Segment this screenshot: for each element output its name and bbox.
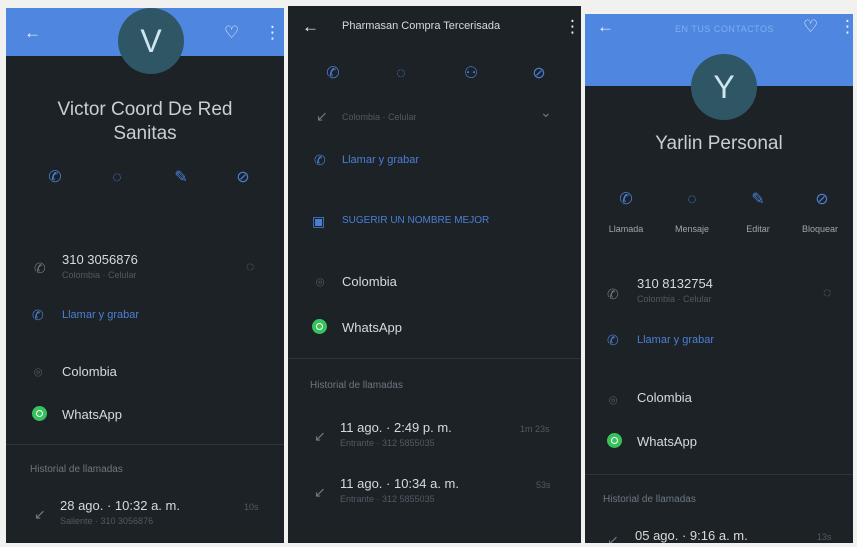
location-icon: ⌾: [609, 392, 618, 408]
phone-icon: ↙: [316, 108, 328, 124]
avatar: V: [118, 8, 184, 74]
more-vert-icon[interactable]: ⋮: [564, 18, 581, 35]
country: Colombia: [637, 390, 692, 405]
contact-panel-yarlin: ← EN TUS CONTACTOS ♡ ⋮ Y Yarlin Personal…: [585, 14, 853, 543]
history-duration: 53s: [536, 480, 551, 490]
history-date: 28 ago. · 10:32 a. m.: [60, 498, 180, 513]
block-icon[interactable]: ⊘: [230, 170, 256, 186]
call-record-icon: ✆: [314, 152, 326, 168]
message-icon[interactable]: ◌: [246, 258, 254, 274]
divider: [585, 474, 853, 475]
call-record-link[interactable]: Llamar y grabar: [637, 334, 714, 346]
action-label-edit: Editar: [746, 224, 770, 234]
whatsapp-link[interactable]: WhatsApp: [637, 434, 697, 449]
message-icon[interactable]: ◌: [104, 170, 130, 186]
country: Colombia: [62, 364, 117, 379]
history-date: 11 ago. · 10:34 a. m.: [340, 476, 459, 491]
incoming-call-icon: ↙: [34, 506, 46, 522]
call-record-icon: ✆: [32, 307, 44, 323]
phone-subtitle: Colombia · Celular: [637, 294, 712, 304]
block-icon[interactable]: ⊘: [809, 192, 835, 208]
back-arrow-icon[interactable]: ←: [302, 18, 319, 35]
contact-name-line1: Victor Coord De Red: [57, 99, 233, 120]
call-record-link[interactable]: Llamar y grabar: [342, 154, 419, 166]
chevron-down-icon[interactable]: ⌄: [540, 104, 552, 121]
location-subtitle: Colombia · Celular: [342, 112, 417, 122]
call-icon[interactable]: ✆: [320, 66, 346, 82]
whatsapp-icon: [312, 319, 327, 334]
location-icon: ⌾: [34, 364, 43, 380]
history-title: Historial de llamadas: [603, 494, 696, 505]
contact-panel-victor: ← ♡ ⋮ V Victor Coord De Red Sanitas ✆ ◌ …: [6, 8, 284, 543]
history-sub: Entrante · 312 5855035: [340, 494, 435, 504]
message-icon[interactable]: ◌: [388, 66, 414, 82]
history-title: Historial de llamadas: [310, 380, 403, 391]
history-date: 11 ago. · 2:49 p. m.: [340, 420, 452, 435]
action-label-block: Bloquear: [801, 224, 839, 234]
call-record-icon: ✆: [607, 332, 619, 348]
whatsapp-link[interactable]: WhatsApp: [342, 320, 402, 335]
more-vert-icon[interactable]: ⋮: [264, 24, 281, 41]
whatsapp-icon: [607, 433, 622, 448]
call-icon[interactable]: ✆: [613, 192, 639, 208]
whatsapp-icon: [32, 406, 47, 421]
avatar: Y: [691, 54, 757, 120]
call-record-link[interactable]: Llamar y grabar: [62, 309, 139, 321]
phone-icon: ✆: [34, 260, 46, 276]
edit-icon[interactable]: ✎: [745, 192, 771, 208]
action-label-message: Mensaje: [674, 224, 710, 234]
incoming-call-icon: ↙: [607, 532, 619, 543]
history-duration: 10s: [244, 502, 259, 512]
divider: [288, 358, 581, 359]
back-arrow-icon[interactable]: ←: [597, 18, 614, 35]
more-vert-icon[interactable]: ⋮: [839, 18, 853, 35]
contact-name-line2: Sanitas: [113, 123, 177, 144]
history-title: Historial de llamadas: [30, 464, 123, 475]
incoming-call-icon: ↙: [314, 428, 326, 444]
suggest-name-link[interactable]: SUGERIR UN NOMBRE MEJOR: [342, 215, 489, 226]
phone-number[interactable]: 310 8132754: [637, 276, 713, 291]
country: Colombia: [342, 274, 397, 289]
contact-name: Yarlin Personal: [655, 133, 783, 154]
heart-icon[interactable]: ♡: [803, 18, 818, 35]
page-title: Pharmasan Compra Tercerisada: [342, 20, 501, 32]
phone-number[interactable]: 310 3056876: [62, 252, 138, 267]
phone-subtitle: Colombia · Celular: [62, 270, 137, 280]
block-icon[interactable]: ⊘: [526, 66, 552, 82]
history-duration: 13s: [817, 532, 832, 542]
suggest-name-icon: ▣: [312, 213, 326, 229]
heart-icon[interactable]: ♡: [224, 24, 239, 41]
message-icon[interactable]: ◌: [679, 192, 705, 208]
message-icon[interactable]: ◌: [823, 284, 831, 300]
in-contacts-label: EN TUS CONTACTOS: [675, 24, 775, 34]
location-icon: ⌾: [316, 274, 325, 290]
action-label-call: Llamada: [608, 224, 644, 234]
contact-panel-pharmasan: ← Pharmasan Compra Tercerisada ⋮ ✆ ◌ ⚇ ⊘…: [288, 6, 581, 543]
history-duration: 1m 23s: [520, 424, 550, 434]
history-sub: Entrante · 312 5855035: [340, 438, 435, 448]
history-sub: Saliente · 310 3056876: [60, 516, 154, 526]
phone-icon: ✆: [607, 286, 619, 302]
incoming-call-icon: ↙: [314, 484, 326, 500]
divider: [6, 444, 284, 445]
edit-icon[interactable]: ✎: [168, 170, 194, 186]
call-icon[interactable]: ✆: [42, 170, 68, 186]
history-date: 05 ago. · 9:16 a. m.: [635, 528, 748, 543]
back-arrow-icon[interactable]: ←: [24, 24, 41, 41]
add-contact-icon[interactable]: ⚇: [458, 66, 484, 82]
whatsapp-link[interactable]: WhatsApp: [62, 407, 122, 422]
